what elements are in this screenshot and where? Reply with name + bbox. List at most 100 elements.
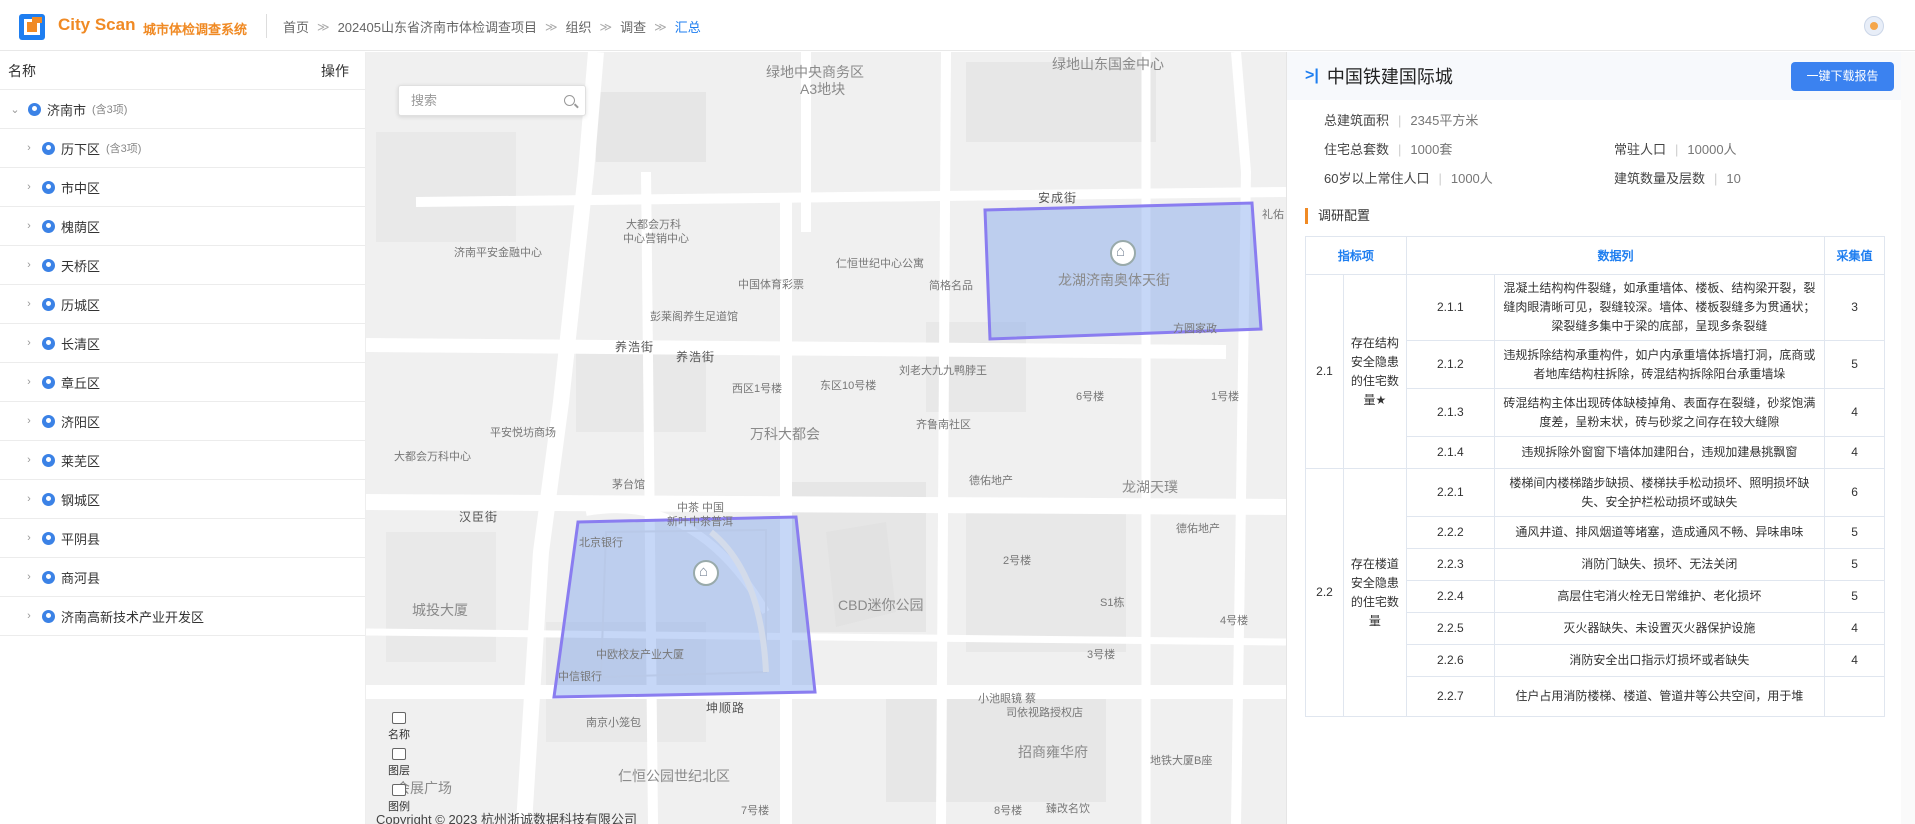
map-label: 大都会万科中心 (394, 451, 471, 463)
location-pin-icon (42, 297, 55, 311)
map-label: 绿地山东国金中心 (1052, 56, 1164, 72)
breadcrumb-home[interactable]: 首页 (283, 17, 309, 36)
map-search-input[interactable]: 搜索 (398, 85, 586, 116)
chevron-down-icon[interactable]: ⌄ (10, 103, 20, 116)
download-report-button[interactable]: 一键下载报告 (1791, 62, 1894, 91)
table-row: 2.1 存在结构安全隐患的住宅数量★ 2.1.1 混凝土结构构件裂缝，如承重墙体、楼板… (1305, 274, 1885, 469)
location-pin-icon (42, 414, 55, 428)
map-label: 安成街 (1038, 191, 1078, 205)
chevron-right-icon[interactable]: › (24, 220, 34, 232)
map-copyright: Copyright © 2023 杭州浙诚数据科技有限公司 (376, 812, 637, 824)
tree-item-label: 市中区 (61, 180, 101, 196)
chevron-right-icon[interactable]: › (24, 298, 34, 310)
tree-item[interactable]: › 钢城区 (0, 480, 365, 519)
breadcrumb-separator-icon: ≫ (654, 19, 667, 34)
tree-item[interactable]: › 济南高新技术产业开发区 (0, 597, 365, 636)
info-value: 1000套 (1410, 142, 1453, 157)
map-label: 礼佑 (1262, 209, 1284, 221)
chevron-right-icon[interactable]: › (24, 181, 34, 193)
tree-header: 名称 操作 (0, 52, 365, 90)
map-label: 茅台馆 (612, 479, 645, 491)
row-desc-cell: 消防门缺失、损坏、无法关闭 (1493, 548, 1826, 581)
row-value-cell: 4 (1824, 388, 1885, 437)
location-pin-icon (42, 141, 55, 155)
map-label: 养浩街 (615, 340, 655, 354)
tree-item[interactable]: › 历下区 (含3项) (0, 129, 365, 168)
tree-item[interactable]: › 章丘区 (0, 363, 365, 402)
chevron-right-icon[interactable]: › (24, 532, 34, 544)
row-desc-cell: 通风井道、排风烟道等堵塞，造成通风不畅、异味串味 (1493, 516, 1826, 549)
community-marker-icon[interactable] (693, 560, 719, 586)
table-row: 2.2 存在楼道安全隐患的住宅数量 2.2.1 楼梯间内楼梯踏步缺损、楼梯扶手松动损坏… (1305, 468, 1885, 717)
chevron-right-icon[interactable]: › (24, 259, 34, 271)
map-tool-name[interactable]: 名称 (386, 712, 412, 742)
map-label: 龙湖济南奥体天街 (1058, 272, 1170, 288)
map-label: 西区1号楼 (732, 383, 783, 395)
info-total-area: 总建筑面积 | 2345平方米 (1324, 113, 1479, 128)
info-label: 60岁以上常住人口 (1324, 171, 1430, 186)
tree-children: › 历下区 (含3项) › 市中区 › 槐荫区 › 天桥区 › 历城区 › 长清区 › 章丘区 › 济阳区 › 莱芜… (0, 129, 365, 636)
breadcrumb-separator-icon: ≫ (317, 19, 330, 34)
chevron-right-icon[interactable]: › (24, 493, 34, 505)
row-value-cell (1824, 676, 1885, 717)
chevron-right-icon[interactable]: › (24, 376, 34, 388)
row-code-cell: 2.2.2 (1405, 516, 1495, 549)
tree-item[interactable]: › 商河县 (0, 558, 365, 597)
row-value-cell: 5 (1824, 580, 1885, 613)
tree-item[interactable]: › 长清区 (0, 324, 365, 363)
page-scrollbar[interactable] (1901, 52, 1915, 824)
location-pin-icon (42, 453, 55, 467)
row-desc-cell: 混凝土结构构件裂缝，如承重墙体、楼板、结构梁开裂，裂缝肉眼清晰可见，裂缝较深。墙… (1493, 274, 1826, 341)
info-label: 总建筑面积 (1324, 113, 1390, 128)
tree-item-label: 天桥区 (61, 258, 101, 274)
tree-item-count: (含3项) (92, 104, 128, 116)
tree-item-label: 长清区 (61, 336, 101, 352)
map-tool-layer[interactable]: 图层 (386, 748, 412, 778)
breadcrumb-organization[interactable]: 组织 (566, 17, 592, 36)
map-label: 南京小笼包 (586, 717, 641, 729)
tree-item-label: 槐荫区 (61, 219, 101, 235)
chevron-right-icon[interactable]: › (24, 415, 34, 427)
community-marker-icon[interactable] (1110, 240, 1136, 266)
chevron-right-icon[interactable]: › (24, 142, 34, 154)
breadcrumb-survey[interactable]: 调查 (620, 17, 646, 36)
breadcrumb-separator-icon: ≫ (599, 19, 613, 34)
chevron-right-icon[interactable]: › (24, 337, 34, 349)
map-label: 1号楼 (1211, 391, 1240, 403)
tree-item[interactable]: › 平阴县 (0, 519, 365, 558)
info-value: 10000人 (1687, 142, 1737, 157)
tree-item[interactable]: › 莱芜区 (0, 441, 365, 480)
label-toggle-icon (392, 712, 406, 724)
tree-item[interactable]: › 市中区 (0, 168, 365, 207)
header-divider (266, 14, 267, 38)
chevron-right-icon[interactable]: › (24, 610, 34, 622)
tree-item-jinan[interactable]: ⌄ 济南市 (含3项) (0, 90, 365, 129)
legend-icon (392, 784, 406, 796)
info-resident: 常驻人口 | 10000人 (1614, 142, 1737, 157)
row-desc-cell: 违规拆除外窗窗下墙体加建阳台，违规加建悬挑飘窗 (1493, 436, 1826, 469)
tree-item[interactable]: › 槐荫区 (0, 207, 365, 246)
map-tool-label: 名称 (388, 729, 410, 741)
map-view[interactable]: 绿地中央商务区 A3地块 绿地山东国金中心 安成街 大都会万科 中心营销中心 济… (366, 52, 1286, 824)
user-avatar[interactable] (1864, 16, 1884, 36)
breadcrumb-separator-icon: ≫ (544, 19, 558, 34)
map-label: 仁恒公园世纪北区 (618, 768, 730, 784)
chevron-right-icon[interactable]: › (24, 571, 34, 583)
survey-table-wrapper[interactable]: 指标项 数据列 采集值 2.1 存在结构安全隐患的住宅数量★ 2.1.1 混凝土结构构… (1305, 236, 1885, 792)
info-value: 2345平方米 (1410, 113, 1479, 128)
row-desc-cell: 违规拆除结构承重构件，如户内承重墙体拆墙打洞，底商或者地库结构柱拆除，砖混结构拆… (1493, 340, 1826, 389)
map-label: 地铁大厦B座 (1150, 755, 1213, 767)
tree-item[interactable]: › 济阳区 (0, 402, 365, 441)
search-icon[interactable] (564, 95, 575, 106)
collapse-panel-icon[interactable]: >| (1305, 67, 1319, 85)
chevron-right-icon[interactable]: › (24, 454, 34, 466)
row-desc-cell: 灭火器缺失、未设置灭火器保护设施 (1493, 612, 1826, 645)
tree-item[interactable]: › 历城区 (0, 285, 365, 324)
tree-item[interactable]: › 天桥区 (0, 246, 365, 285)
row-desc-cell: 住户占用消防楼梯、楼道、管道井等公共空间，用于堆 (1493, 676, 1826, 717)
info-elderly: 60岁以上常住人口 | 1000人 (1324, 171, 1493, 186)
tree-item-label: 历下区 (61, 141, 101, 157)
row-desc-cell: 砖混结构主体出现砖体缺棱掉角、表面存在裂缝，砂浆饱满度差，呈粉末状，砖与砂浆之间… (1493, 388, 1826, 437)
breadcrumb-project[interactable]: 202405山东省济南市体检调查项目 (338, 17, 537, 36)
top-header: City Scan 城市体检调查系统 首页 ≫ 202405山东省济南市体检调查… (0, 0, 1915, 51)
